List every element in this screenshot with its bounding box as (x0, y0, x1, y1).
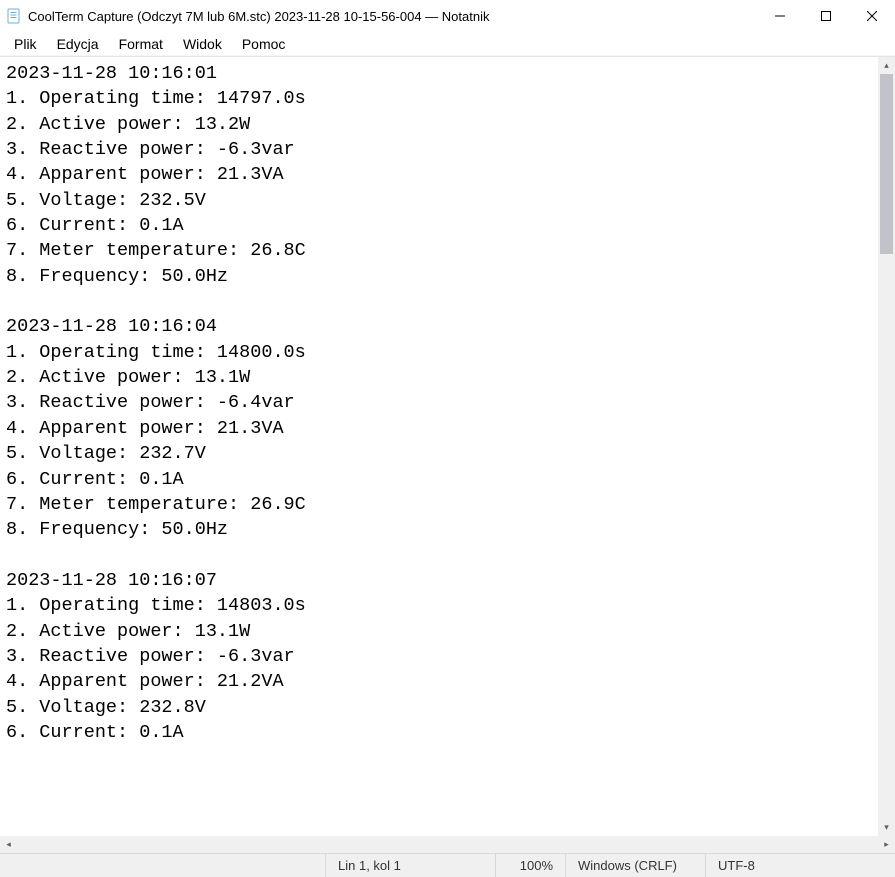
status-encoding: UTF-8 (705, 854, 895, 877)
status-cursor-position: Lin 1, kol 1 (325, 854, 495, 877)
editor-wrapper: 2023-11-28 10:16:01 1. Operating time: 1… (0, 56, 895, 836)
app-icon (6, 8, 22, 24)
maximize-icon (821, 11, 831, 21)
titlebar: CoolTerm Capture (Odczyt 7M lub 6M.stc) … (0, 0, 895, 32)
maximize-button[interactable] (803, 0, 849, 32)
menu-pomoc[interactable]: Pomoc (232, 34, 296, 54)
status-spacer (0, 854, 325, 877)
text-area[interactable]: 2023-11-28 10:16:01 1. Operating time: 1… (0, 57, 878, 836)
menu-plik[interactable]: Plik (4, 34, 47, 54)
scroll-down-arrow-icon[interactable]: ▾ (878, 819, 895, 836)
scroll-track[interactable] (878, 74, 895, 819)
vertical-scrollbar[interactable]: ▴ ▾ (878, 57, 895, 836)
window-controls (757, 0, 895, 32)
close-button[interactable] (849, 0, 895, 32)
window-title: CoolTerm Capture (Odczyt 7M lub 6M.stc) … (28, 9, 757, 24)
close-icon (867, 11, 877, 21)
scroll-left-arrow-icon[interactable]: ◂ (0, 836, 17, 853)
menubar: Plik Edycja Format Widok Pomoc (0, 32, 895, 56)
minimize-icon (775, 11, 785, 21)
status-zoom[interactable]: 100% (495, 854, 565, 877)
menu-edycja[interactable]: Edycja (47, 34, 109, 54)
menu-widok[interactable]: Widok (173, 34, 232, 54)
statusbar: Lin 1, kol 1 100% Windows (CRLF) UTF-8 (0, 853, 895, 877)
menu-format[interactable]: Format (109, 34, 173, 54)
status-line-endings: Windows (CRLF) (565, 854, 705, 877)
scroll-thumb[interactable] (880, 74, 893, 254)
scroll-right-arrow-icon[interactable]: ▸ (878, 836, 895, 853)
horizontal-scrollbar[interactable]: ◂ ▸ (0, 836, 895, 853)
scroll-up-arrow-icon[interactable]: ▴ (878, 57, 895, 74)
minimize-button[interactable] (757, 0, 803, 32)
